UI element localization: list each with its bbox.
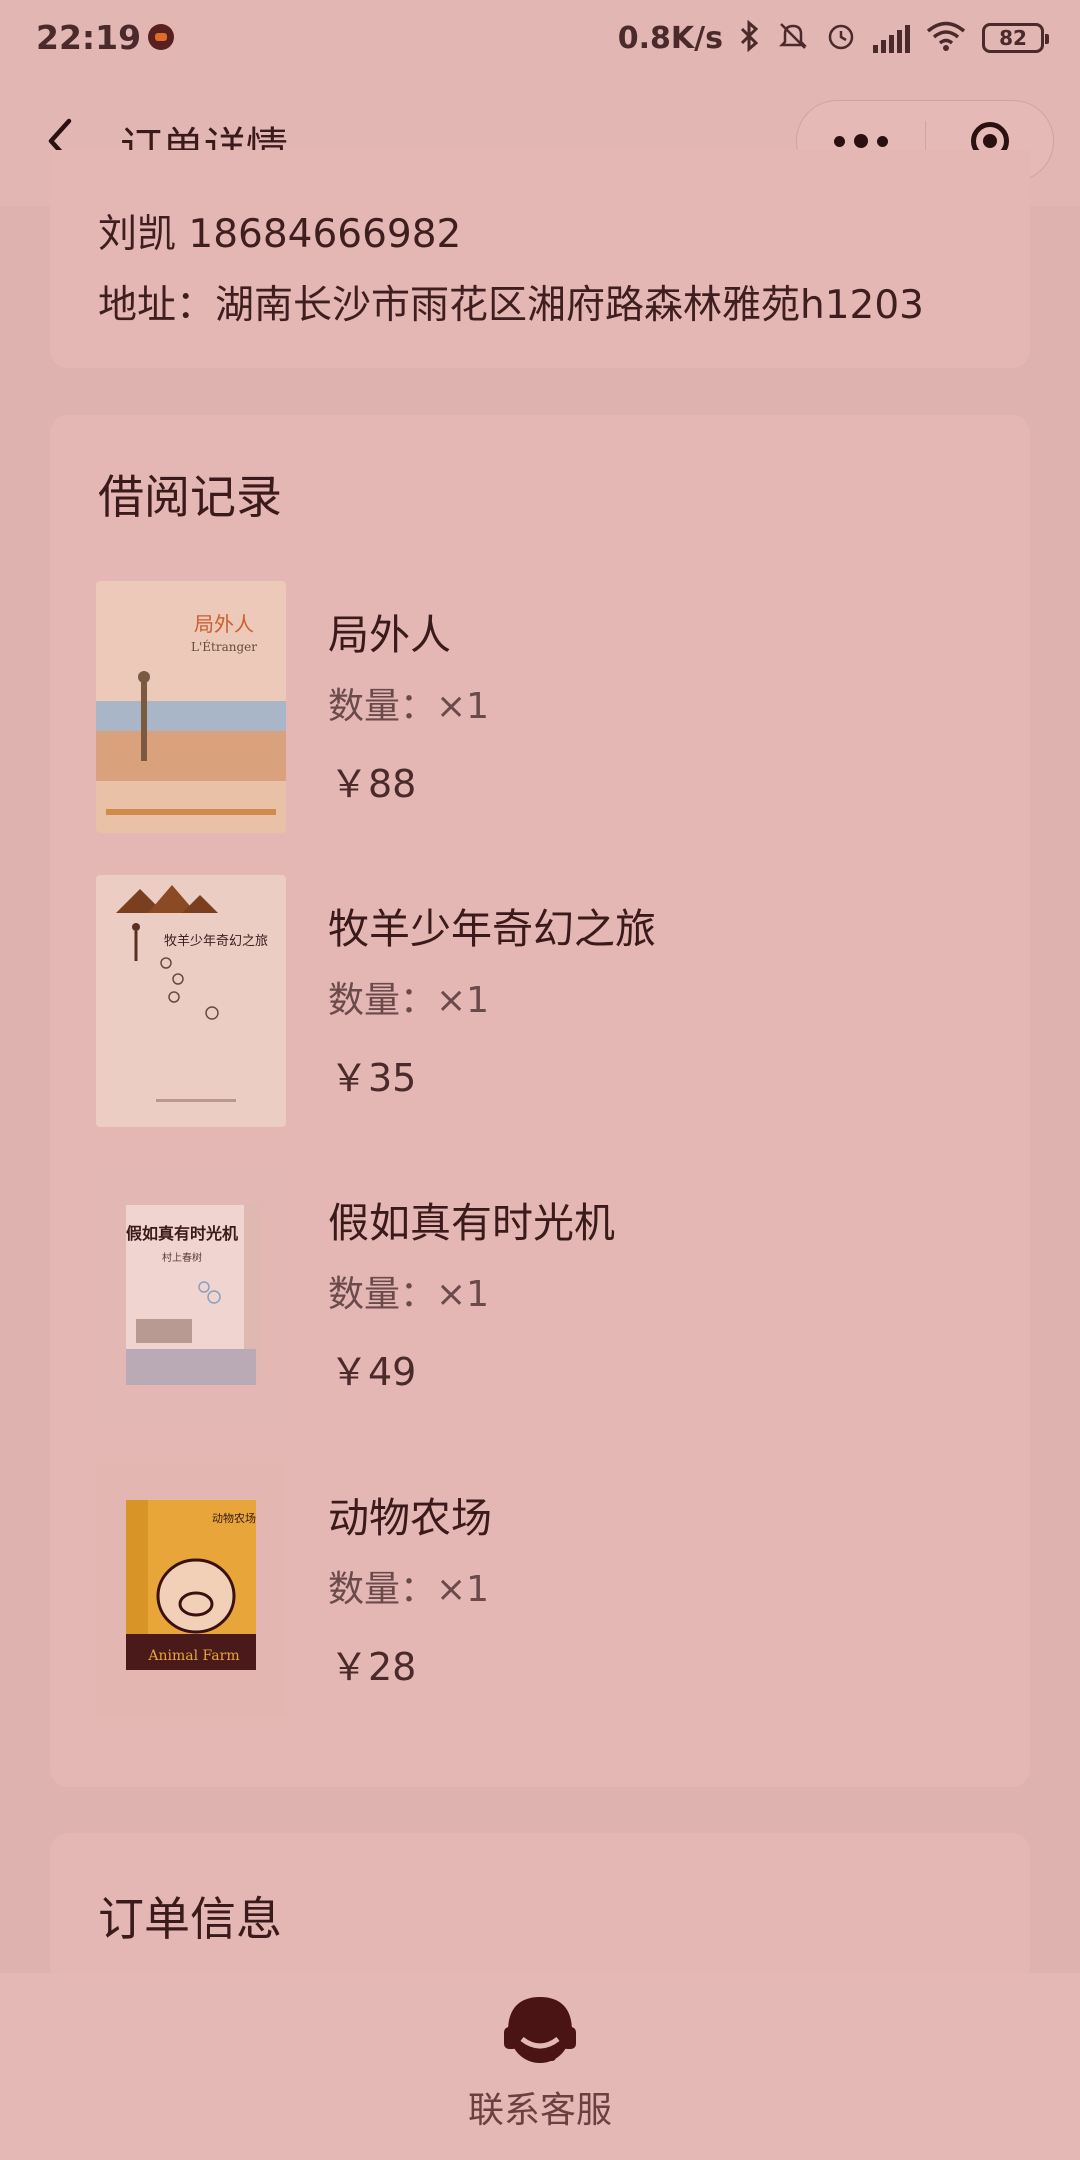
- battery-icon: 82: [982, 23, 1049, 53]
- book-quantity: 数量：×1: [328, 686, 490, 727]
- bottom-bar: 联系客服: [0, 1973, 1080, 2160]
- cover-title: 动物农场: [212, 1511, 256, 1525]
- network-speed: 0.8K/s: [617, 20, 723, 56]
- book-name: 牧羊少年奇幻之旅: [328, 905, 656, 953]
- contact-service-button[interactable]: 联系客服: [440, 1993, 640, 2143]
- book-quantity: 数量：×1: [328, 1274, 490, 1315]
- book-price: ￥88: [330, 762, 417, 806]
- book-quantity: 数量：×1: [328, 980, 490, 1021]
- book-item[interactable]: 动物农场 Animal Farm 动物农场 数量：×1 ￥28: [96, 1464, 996, 1719]
- book-name: 动物农场: [328, 1494, 492, 1542]
- book-quantity: 数量：×1: [328, 1569, 490, 1610]
- delivery-address: 地址：湖南长沙市雨花区湘府路森林雅苑h1203: [98, 283, 924, 328]
- borrow-records-card: 借阅记录 局外人 L'Étranger 局外人 数量：×1 ￥88 牧羊少年奇幻…: [50, 415, 1030, 1787]
- book-cover: 牧羊少年奇幻之旅: [96, 875, 286, 1127]
- book-cover: 动物农场 Animal Farm: [96, 1464, 286, 1716]
- book-item[interactable]: 牧羊少年奇幻之旅 牧羊少年奇幻之旅 数量：×1 ￥35: [96, 875, 996, 1130]
- mute-bell-icon: [777, 20, 809, 57]
- book-name: 局外人: [328, 611, 451, 659]
- bluetooth-icon: [739, 19, 761, 57]
- headset-icon: [504, 1996, 576, 2063]
- contact-name-phone: 刘凯 18684666982: [98, 212, 462, 257]
- book-price: ￥28: [330, 1645, 417, 1689]
- book-item[interactable]: 局外人 L'Étranger 局外人 数量：×1 ￥88: [96, 581, 996, 836]
- cover-title: 假如真有时光机: [126, 1224, 238, 1243]
- address-card: 刘凯 18684666982 地址：湖南长沙市雨花区湘府路森林雅苑h1203: [50, 150, 1030, 368]
- book-item[interactable]: 假如真有时光机 村上春树 假如真有时光机 数量：×1 ￥49: [96, 1169, 996, 1424]
- book-price: ￥35: [330, 1056, 417, 1100]
- app-notification-icon: [148, 24, 174, 50]
- book-cover: 假如真有时光机 村上春树: [96, 1169, 286, 1421]
- cover-title: 局外人: [194, 612, 254, 636]
- status-indicators: 0.8K/s 82: [617, 16, 1049, 60]
- cover-author: 村上春树: [162, 1251, 202, 1264]
- status-bar: 22:19 0.8K/s 82: [0, 0, 1080, 76]
- wifi-icon: [926, 20, 966, 57]
- cover-title: 牧羊少年奇幻之旅: [164, 933, 268, 949]
- records-title: 借阅记录: [98, 470, 282, 524]
- contact-service-label: 联系客服: [467, 2090, 612, 2131]
- book-price: ￥49: [330, 1350, 417, 1394]
- book-cover: 局外人 L'Étranger: [96, 581, 286, 833]
- cover-subtitle: Animal Farm: [147, 1648, 239, 1664]
- alarm-icon: [825, 20, 857, 57]
- battery-level: 82: [999, 26, 1027, 50]
- cover-subtitle: L'Étranger: [191, 639, 257, 654]
- order-info-title: 订单信息: [98, 1892, 282, 1946]
- cell-signal-icon: [873, 23, 910, 53]
- book-name: 假如真有时光机: [328, 1199, 615, 1247]
- status-time: 22:19: [36, 18, 142, 57]
